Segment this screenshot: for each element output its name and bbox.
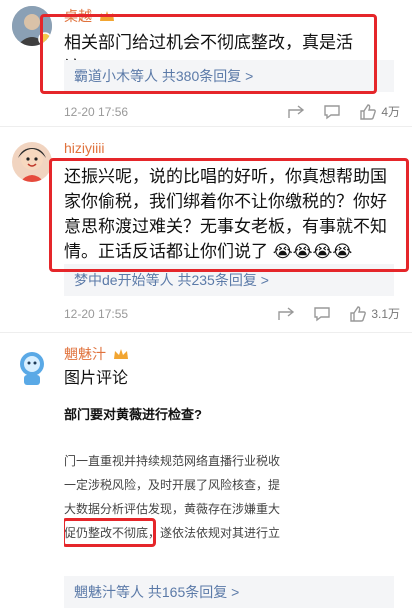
like-button[interactable]: 3.1万 bbox=[349, 304, 400, 324]
image-text-line: 门一直重视并持续规范网络直播行业税收 bbox=[64, 454, 281, 468]
timestamp: 12-20 17:55 bbox=[64, 307, 129, 321]
avatar-image bbox=[20, 352, 44, 385]
divider bbox=[0, 126, 412, 127]
comment-icon[interactable] bbox=[313, 306, 331, 322]
divider bbox=[0, 332, 412, 333]
avatar[interactable] bbox=[12, 348, 52, 388]
like-button[interactable]: 4万 bbox=[359, 102, 400, 122]
comment-1: 桌越 相关部门给过机会不彻底整改，真是活该！！！ 霸道小木等人 共380条回复 … bbox=[0, 0, 412, 125]
avatar[interactable] bbox=[12, 142, 52, 182]
comment-text: 图片评论 bbox=[64, 370, 129, 387]
username[interactable]: hiziyiiii bbox=[64, 140, 104, 156]
highlight-box bbox=[64, 518, 156, 547]
image-text-line: 一定涉税风险，及时开展了风险核查，提 bbox=[64, 478, 281, 492]
username[interactable]: 魍魅汁 bbox=[64, 344, 129, 364]
avatar-image bbox=[12, 142, 52, 182]
image-text-line: 大数据分析评估发现，黄薇存在涉嫌重大 bbox=[64, 502, 281, 516]
image-headline: 部门要对黄薇进行检查? bbox=[64, 407, 202, 422]
timestamp: 12-20 17:56 bbox=[64, 105, 129, 119]
like-count: 4万 bbox=[381, 105, 400, 119]
comment-image[interactable]: 部门要对黄薇进行检查? 门一直重视并持续规范网络直播行业税收 一定涉税风险，及时… bbox=[64, 400, 324, 575]
like-count: 3.1万 bbox=[371, 307, 400, 321]
comment-2: hiziyiiii 还振兴呢，说的比唱的好听，你真想帮助国家你偷税，我们绑着你不… bbox=[0, 130, 412, 330]
highlight-box bbox=[40, 14, 377, 94]
highlight-box bbox=[49, 158, 409, 272]
comment-meta: 12-20 17:55 3.1万 bbox=[64, 304, 400, 324]
thumbs-up-icon bbox=[360, 104, 377, 120]
comment-icon[interactable] bbox=[323, 104, 341, 120]
comment-3: 魍魅汁 图片评论 部门要对黄薇进行检查? 门一直重视并持续规范网络直播行业税收 … bbox=[0, 340, 412, 609]
thumbs-up-icon bbox=[350, 306, 367, 322]
comment-meta: 12-20 17:56 4万 bbox=[64, 102, 400, 122]
share-icon[interactable] bbox=[287, 104, 305, 120]
share-icon[interactable] bbox=[277, 306, 295, 322]
crown-icon bbox=[113, 349, 128, 359]
view-replies-button[interactable]: 魍魅汁等人 共165条回复 > bbox=[64, 576, 394, 608]
